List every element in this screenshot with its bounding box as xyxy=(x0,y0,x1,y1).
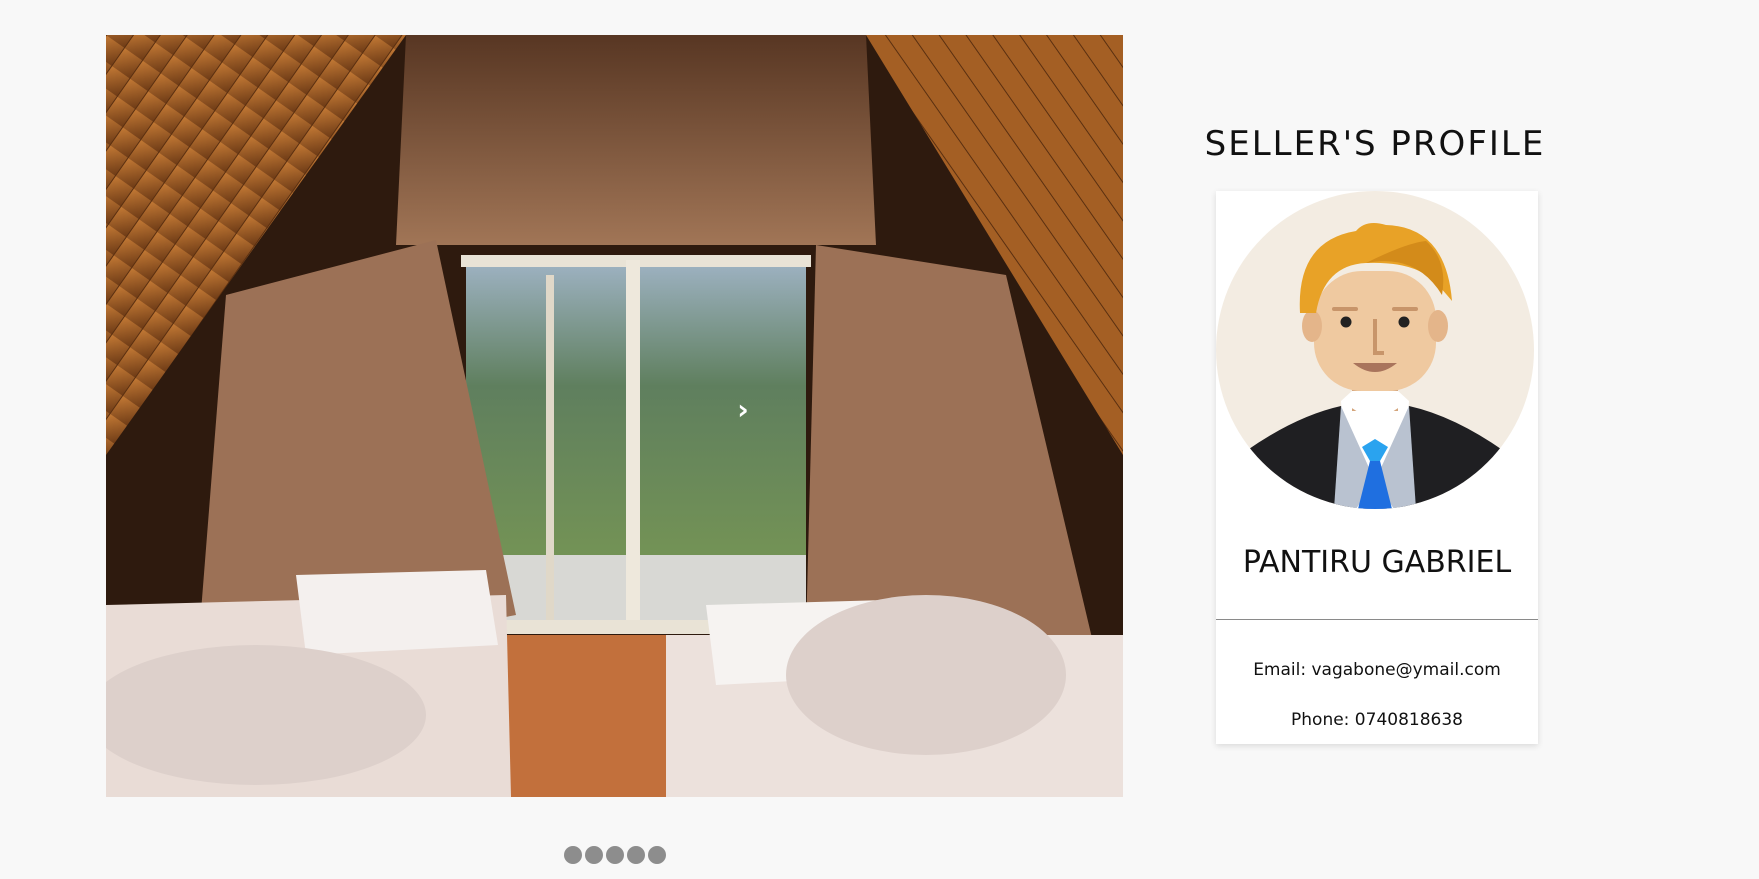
avatar xyxy=(1216,191,1534,509)
next-slide-button[interactable]: › xyxy=(731,390,755,430)
slide-dot-3[interactable] xyxy=(606,846,624,864)
page: › SELLER'S PROFILE PANTIRU GABRIEL Email… xyxy=(0,0,1759,879)
slideshow: › xyxy=(106,35,1123,797)
slide-indicators xyxy=(564,846,666,864)
slide-dot-5[interactable] xyxy=(648,846,666,864)
slide-dot-4[interactable] xyxy=(627,846,645,864)
slide-dot-2[interactable] xyxy=(585,846,603,864)
slide-dot-1[interactable] xyxy=(564,846,582,864)
seller-profile-card: PANTIRU GABRIEL Email: vagabone@ymail.co… xyxy=(1216,191,1538,744)
slide-image xyxy=(106,35,1123,797)
profile-title: SELLER'S PROFILE xyxy=(1204,124,1546,164)
seller-phone: Phone: 0740818638 xyxy=(1291,710,1463,730)
divider xyxy=(1216,619,1538,620)
seller-email: Email: vagabone@ymail.com xyxy=(1253,660,1501,680)
seller-name: PANTIRU GABRIEL xyxy=(1242,545,1512,580)
